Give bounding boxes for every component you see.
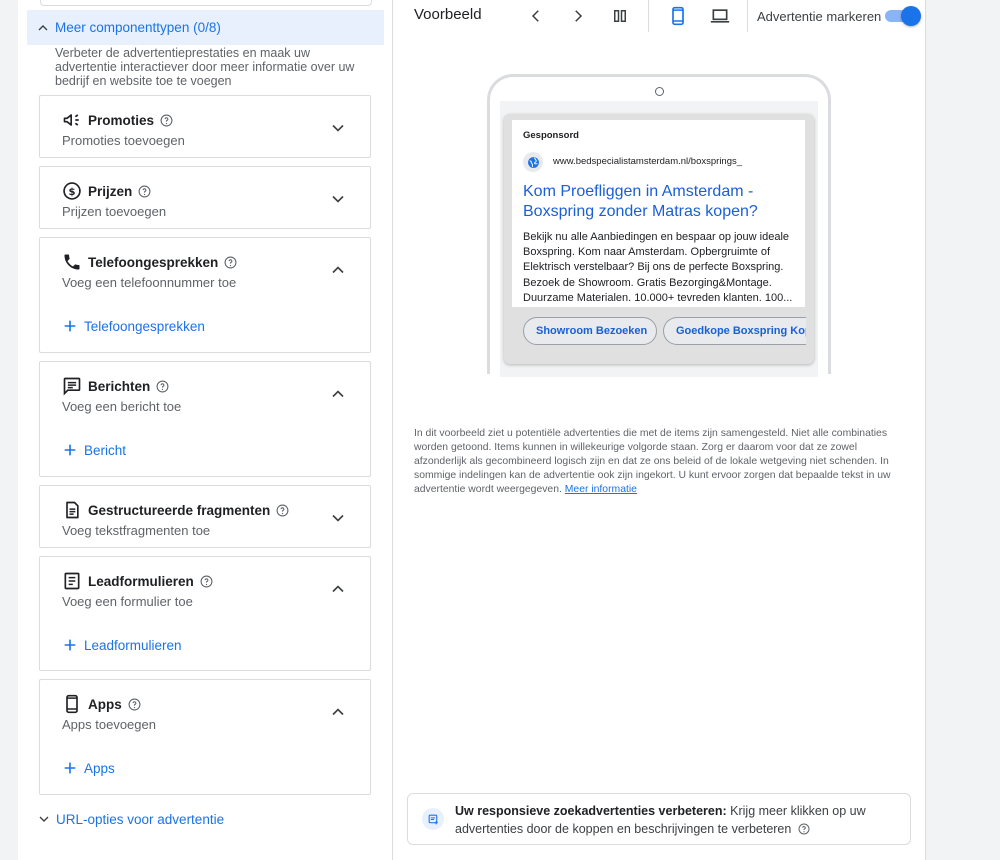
card-title: Gestructureerde fragmenten [88, 502, 271, 518]
ad-improve-icon [422, 808, 444, 830]
more-component-types-toggle[interactable]: Meer componenttypen (0/8) [27, 10, 384, 45]
card-subtitle: Voeg een bericht toe [62, 399, 182, 414]
plus-icon [64, 639, 76, 651]
sitelink-showroom[interactable]: Showroom Bezoeken [523, 317, 657, 345]
card-title: Telefoongesprekken [88, 254, 219, 270]
document-icon [62, 500, 82, 520]
card-telefoongesprekken: Telefoongesprekken Voeg een telefoonnumm… [39, 237, 371, 353]
next-icon[interactable] [566, 4, 590, 28]
toolbar-divider [648, 0, 649, 32]
chevron-down-icon [39, 816, 49, 822]
help-icon[interactable] [156, 380, 169, 393]
megaphone-icon [62, 110, 82, 130]
mobile-preview-icon[interactable] [666, 4, 690, 28]
plus-icon [64, 320, 76, 332]
preview-title: Voorbeeld [414, 6, 482, 23]
add-label: Leadformulieren [84, 637, 182, 653]
panel-divider [392, 0, 393, 860]
chevron-up-icon [38, 24, 48, 30]
card-promoties: Promoties Promoties toevoegen [39, 95, 371, 158]
card-gestructureerde-fragmenten: Gestructureerde fragmenten Voeg tekstfra… [39, 485, 371, 548]
improve-ads-text: Uw responsieve zoekadvertenties verbeter… [455, 802, 895, 840]
plus-icon [64, 444, 76, 456]
card-berichten: Berichten Voeg een bericht toe Bericht [39, 361, 371, 477]
chevron-down-icon[interactable] [328, 118, 348, 138]
chevron-up-icon[interactable] [328, 579, 348, 599]
ad-preview-body: Gesponsord www.bedspecialistamsterdam.nl… [512, 120, 805, 307]
add-label: Apps [84, 760, 115, 776]
help-icon[interactable] [276, 504, 289, 517]
svg-text:$: $ [69, 187, 76, 198]
preview-disclaimer: In dit voorbeeld ziet u potentiële adver… [414, 427, 894, 497]
improve-ads-banner: Uw responsieve zoekadvertenties verbeter… [407, 793, 911, 845]
card-apps: Apps Apps toevoegen Apps [39, 679, 371, 795]
form-icon [62, 571, 82, 591]
card-subtitle: Voeg tekstfragmenten toe [62, 523, 211, 538]
dollar-icon: $ [62, 181, 82, 201]
help-icon[interactable] [224, 256, 237, 269]
card-title: Berichten [88, 378, 151, 394]
card-subtitle: Voeg een telefoonnummer toe [62, 275, 237, 290]
previous-icon[interactable] [524, 4, 548, 28]
card-subtitle: Apps toevoegen [62, 717, 156, 732]
card-subtitle: Promoties toevoegen [62, 133, 185, 148]
more-component-types-label: Meer componenttypen (0/8) [55, 20, 221, 35]
chevron-up-icon[interactable] [328, 384, 348, 404]
sponsored-label: Gesponsord [523, 130, 579, 141]
phone-icon [62, 252, 82, 272]
previous-card-edge [40, 0, 372, 6]
add-label: Telefoongesprekken [84, 318, 205, 334]
help-icon[interactable] [200, 575, 213, 588]
card-title: Prijzen [88, 183, 133, 199]
add-leadformulieren-button[interactable]: Leadformulieren [62, 637, 182, 653]
sitelink-goedkope-boxspring[interactable]: Goedkope Boxspring Kopen [663, 317, 806, 345]
card-subtitle: Voeg een formulier toe [62, 594, 193, 609]
chevron-up-icon[interactable] [328, 260, 348, 280]
toolbar-divider [747, 0, 748, 32]
help-icon[interactable] [128, 698, 141, 711]
ad-description: Bekijk nu alle Aanbiedingen en bespaar o… [523, 231, 793, 304]
toggle-knob [901, 6, 921, 26]
add-bericht-button[interactable]: Bericht [62, 442, 126, 458]
add-label: Bericht [84, 442, 127, 458]
help-icon[interactable] [160, 114, 173, 127]
message-icon [62, 376, 82, 396]
chevron-up-icon[interactable] [328, 702, 348, 722]
ad-display-url: www.bedspecialistamsterdam.nl/boxsprings… [553, 156, 743, 167]
card-subtitle: Prijzen toevoegen [62, 204, 167, 219]
card-title: Promoties [88, 112, 155, 128]
improve-ads-title: Uw responsieve zoekadvertenties verbeter… [455, 804, 727, 818]
mobile-icon [62, 694, 82, 714]
more-info-link[interactable]: Meer informatie [565, 484, 637, 495]
more-component-types-description: Verbeter de advertentieprestaties en maa… [55, 46, 355, 88]
add-telefoongesprekken-button[interactable]: Telefoongesprekken [62, 318, 205, 334]
chevron-down-icon[interactable] [328, 189, 348, 209]
add-apps-button[interactable]: Apps [62, 760, 115, 776]
help-icon[interactable] [798, 822, 810, 840]
page-edge [925, 0, 926, 860]
ad-headline[interactable]: Kom Proefliggen in Amsterdam - Boxspring… [523, 182, 793, 222]
phone-camera [655, 87, 664, 96]
globe-icon [523, 152, 543, 172]
card-prijzen: $ Prijzen Prijzen toevoegen [39, 166, 371, 229]
columns-icon[interactable] [608, 4, 632, 28]
preview-disclaimer-text: In dit voorbeeld ziet u potentiële adver… [414, 428, 891, 495]
card-leadformulieren: Leadformulieren Voeg een formulier toe L… [39, 556, 371, 671]
chevron-down-icon[interactable] [328, 508, 348, 528]
url-options-label: URL-opties voor advertentie [56, 811, 225, 827]
card-title: Leadformulieren [88, 573, 194, 589]
card-title: Apps [88, 696, 122, 712]
desktop-preview-icon[interactable] [708, 4, 732, 28]
help-icon[interactable] [138, 185, 151, 198]
plus-icon [64, 762, 76, 774]
url-options-toggle[interactable]: URL-opties voor advertentie [36, 811, 224, 827]
highlight-ad-toggle[interactable] [885, 6, 921, 26]
highlight-ad-label: Advertentie markeren [757, 9, 882, 24]
